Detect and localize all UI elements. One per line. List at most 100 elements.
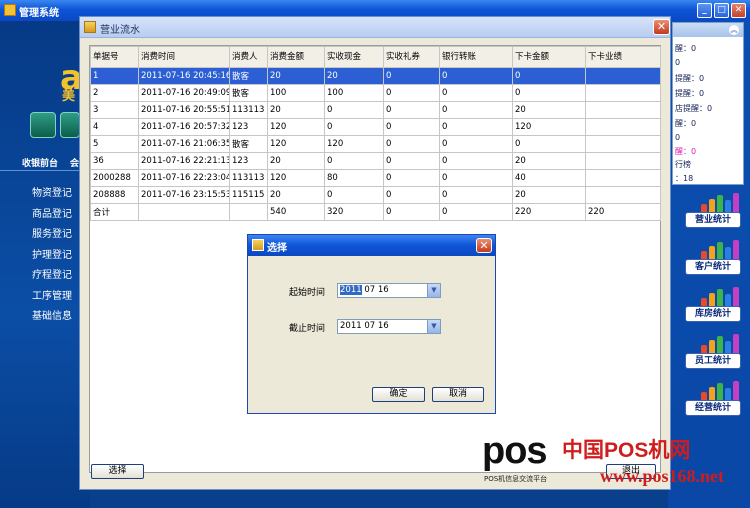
table-cell: 115115	[229, 186, 268, 204]
app-icon	[4, 4, 16, 16]
table-cell	[585, 101, 661, 119]
reminder-line: 醒：0	[675, 119, 697, 128]
table-cell: 2011-07-16 20:55:51	[138, 101, 230, 119]
table-cell: 113113	[229, 101, 268, 119]
table-row[interactable]: 3 2011-07-16 20:55:51 113113 20 0 0 0 20	[90, 101, 661, 119]
flow-window-close-button[interactable]: ✕	[653, 19, 670, 35]
minimize-button[interactable]: _	[697, 3, 712, 18]
column-header[interactable]: 消费人	[229, 46, 268, 68]
table-row[interactable]: 36 2011-07-16 22:21:13 123 20 0 0 0 20	[90, 152, 661, 170]
reminder-line: 提醒：0	[675, 89, 705, 98]
chevron-down-icon[interactable]: ▼	[427, 320, 440, 333]
reminder-line: 0	[675, 133, 681, 142]
table-cell: 0	[439, 118, 513, 136]
table-cell: 2011-07-16 20:57:32	[138, 118, 230, 136]
tab-member[interactable]: 会	[70, 156, 79, 169]
end-date-picker[interactable]: 2011 07 16 ▼	[337, 319, 441, 334]
tab-cashier[interactable]: 收银前台	[22, 156, 58, 169]
table-cell	[585, 135, 661, 153]
table-cell: 0	[383, 135, 440, 153]
bar-chart-icon	[699, 333, 739, 353]
column-header[interactable]: 消费金额	[267, 46, 325, 68]
table-cell: 40	[512, 169, 586, 187]
menu-item-course[interactable]: 疗程登记	[32, 266, 72, 281]
table-row[interactable]: 5 2011-07-16 21:06:35 散客 120 120 0 0 0	[90, 135, 661, 153]
ranking-line: ：18	[675, 174, 694, 183]
table-row[interactable]: 208888 2011-07-16 23:15:53 115115 20 0 0 0 20	[90, 186, 661, 204]
table-row[interactable]: 2 2011-07-16 20:49:09 散客 100 100 0 0 0	[90, 84, 661, 102]
warehouse-stats-button[interactable]: 库房统计	[685, 286, 741, 324]
table-cell: 3	[90, 101, 139, 119]
table-cell: 0	[324, 152, 384, 170]
column-header[interactable]: 实收礼券	[383, 46, 440, 68]
dialog-close-button[interactable]: ✕	[476, 238, 492, 253]
staff-stats-button[interactable]: 员工统计	[685, 333, 741, 371]
table-cell: 0	[439, 169, 513, 187]
table-cell: 0	[324, 118, 384, 136]
chevron-down-icon[interactable]: ▼	[427, 284, 440, 297]
table-row[interactable]: 1 2011-07-16 20:45:16 散客 20 20 0 0 0	[90, 67, 661, 85]
cashier-icon[interactable]	[30, 112, 56, 138]
table-cell: 0	[324, 186, 384, 204]
total-row[interactable]: 合计 540 320 0 0 220 220	[90, 203, 661, 221]
table-cell: 113113	[229, 169, 268, 187]
select-button[interactable]: 选择	[91, 464, 144, 479]
column-header[interactable]: 消费时间	[138, 46, 230, 68]
table-cell: 2	[90, 84, 139, 102]
ok-button[interactable]: 确定	[372, 387, 425, 402]
table-cell: 20	[267, 186, 325, 204]
menu-item-process[interactable]: 工序管理	[32, 287, 72, 302]
table-cell: 36	[90, 152, 139, 170]
menu-item-services[interactable]: 服务登记	[32, 225, 72, 240]
table-cell: 220	[512, 203, 586, 221]
maximize-button[interactable]: □	[714, 3, 729, 18]
select-dialog: 选择 ✕ 起始时间 2011 07 16 ▼ 截止时间 2011 07 16 ▼…	[247, 234, 496, 414]
table-cell: 123	[229, 118, 268, 136]
menu-item-materials[interactable]: 物资登记	[32, 184, 72, 199]
watermark-logo: pos	[482, 430, 548, 472]
business-stats-button[interactable]: 经营统计	[685, 380, 741, 418]
menu-item-care[interactable]: 护理登记	[32, 246, 72, 261]
table-cell: 20	[512, 152, 586, 170]
main-window-title: 管理系统	[19, 8, 59, 19]
table-cell: 2011-07-16 22:23:04	[138, 169, 230, 187]
table-cell	[585, 186, 661, 204]
table-cell	[138, 203, 230, 221]
bar-chart-icon	[699, 192, 739, 212]
watermark-title: 中国POS机网	[562, 439, 691, 462]
table-cell: 0	[512, 67, 586, 85]
table-cell: 320	[324, 203, 384, 221]
menu-item-goods[interactable]: 商品登记	[32, 205, 72, 220]
column-header[interactable]: 银行转账	[439, 46, 513, 68]
customer-stats-button[interactable]: 客户统计	[685, 239, 741, 277]
start-year-segment[interactable]: 2011	[340, 285, 362, 295]
table-cell: 220	[585, 203, 661, 221]
table-cell: 0	[439, 101, 513, 119]
watermark-caption: POS机信息交流平台	[484, 475, 548, 483]
select-dialog-titlebar: 选择 ✕	[248, 235, 495, 256]
bar-chart-icon	[699, 239, 739, 259]
double-chevron-up-icon[interactable]: ︽	[729, 25, 739, 35]
table-cell: 540	[267, 203, 325, 221]
start-date-picker[interactable]: 2011 07 16 ▼	[337, 283, 441, 298]
column-header[interactable]: 实收现金	[324, 46, 384, 68]
column-header[interactable]: 单据号	[90, 46, 139, 68]
table-cell: 2011-07-16 20:49:09	[138, 84, 230, 102]
table-cell: 散客	[229, 84, 268, 102]
table-cell: 0	[512, 135, 586, 153]
table-cell: 2011-07-16 23:15:53	[138, 186, 230, 204]
column-header[interactable]: 下卡业绩	[585, 46, 661, 68]
revenue-stats-button[interactable]: 营业统计	[685, 192, 741, 230]
close-button[interactable]: ✕	[731, 3, 746, 18]
end-time-label: 截止时间	[289, 324, 326, 334]
start-time-label: 起始时间	[289, 288, 326, 298]
column-header[interactable]: 下卡金额	[512, 46, 586, 68]
table-cell: 0	[383, 118, 440, 136]
table-row[interactable]: 2000288 2011-07-16 22:23:04 113113 120 80 0 0 4…	[90, 169, 661, 187]
menu-item-basic-info[interactable]: 基础信息	[32, 307, 72, 322]
member-icon[interactable]	[60, 112, 80, 138]
cancel-button[interactable]: 取消	[432, 387, 484, 402]
table-cell: 20	[267, 67, 325, 85]
table-row[interactable]: 4 2011-07-16 20:57:32 123 120 0 0 0 120	[90, 118, 661, 136]
table-cell: 0	[324, 101, 384, 119]
